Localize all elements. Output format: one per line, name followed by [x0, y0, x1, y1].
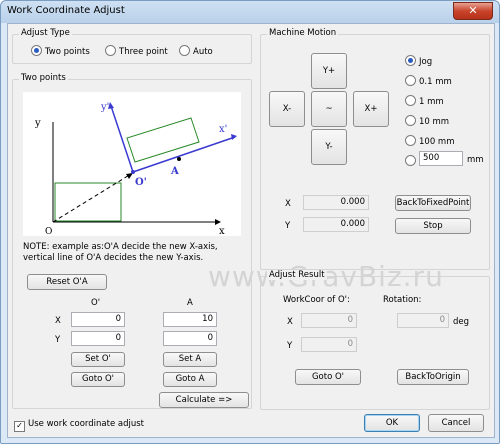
position-y-label: Y: [285, 221, 291, 231]
note-text: NOTE: example as:O'A decide the new X-ax…: [23, 242, 218, 263]
diagram-x-prime-label: x': [219, 124, 227, 135]
diagram-x-label: x: [219, 226, 225, 236]
ok-button[interactable]: OK: [364, 414, 420, 432]
radio-label: Jog: [419, 57, 433, 67]
position-y-value: 0.000: [303, 217, 369, 232]
set-oprime-button[interactable]: Set O': [71, 352, 125, 367]
a-y-input[interactable]: 0: [163, 331, 217, 346]
custom-step-input[interactable]: 500: [419, 151, 463, 166]
step-0-1mm-radio[interactable]: 0.1 mm: [405, 75, 452, 87]
result-y-value: 0: [301, 337, 357, 352]
custom-step-unit: mm: [467, 155, 484, 165]
diagram-y-label: y: [34, 118, 41, 129]
checkbox-label: Use work coordinate adjust: [28, 419, 145, 429]
rotation-unit: deg: [453, 317, 470, 327]
set-a-button[interactable]: Set A: [163, 352, 217, 367]
result-x-value: 0: [301, 313, 357, 328]
machine-motion-group: Machine Motion Y+ X- ~ X+ Y- Jog 0.1 mm …: [260, 28, 490, 270]
point-oprime-dot: [131, 170, 135, 174]
radio-label: 1 mm: [419, 97, 444, 107]
radio-unchecked-icon: [179, 45, 190, 56]
row-x-label: X: [55, 316, 61, 326]
radio-label: Three point: [119, 47, 168, 57]
workcoor-label: WorkCoor of O':: [283, 295, 350, 305]
reset-oa-button[interactable]: Reset O'A: [27, 274, 107, 290]
cancel-button[interactable]: Cancel: [428, 414, 484, 432]
checkbox-checked-icon: ✓: [14, 421, 25, 432]
step-jog-radio[interactable]: Jog: [405, 55, 432, 67]
coordinate-diagram: y x O y' x' O' A: [23, 92, 241, 236]
radio-two-points[interactable]: Two points: [31, 45, 90, 57]
home-button[interactable]: ~: [311, 91, 347, 127]
radio-unchecked-icon: [405, 115, 416, 126]
radio-label: 100 mm: [419, 137, 455, 147]
adjust-type-title: Adjust Type: [19, 28, 72, 38]
adjust-result-group: Adjust Result WorkCoor of O': Rotation: …: [260, 270, 490, 410]
y-minus-button[interactable]: Y-: [311, 129, 347, 165]
result-x-label: X: [287, 317, 293, 327]
step-1mm-radio[interactable]: 1 mm: [405, 95, 444, 107]
adjust-type-group: Adjust Type Two points Three point Auto: [12, 28, 252, 64]
position-x-label: X: [285, 199, 291, 209]
result-y-label: Y: [287, 341, 293, 351]
radio-label: Auto: [193, 47, 213, 57]
close-button[interactable]: ✕: [453, 2, 493, 20]
y-plus-button[interactable]: Y+: [311, 53, 347, 89]
two-points-group: Two points y x O y' x' O' A NOTE: exampl…: [12, 73, 252, 409]
radio-auto[interactable]: Auto: [179, 45, 213, 57]
rotation-value: 0: [397, 313, 449, 328]
title-bar[interactable]: Work Coordinate Adjust ✕: [1, 1, 499, 23]
diagram-y-prime-label: y': [100, 102, 109, 113]
rotation-label: Rotation:: [383, 295, 422, 305]
radio-label: 0.1 mm: [419, 77, 452, 87]
column-a-header: A: [187, 298, 193, 308]
radio-checked-icon: [31, 45, 42, 56]
radio-unchecked-icon: [405, 135, 416, 146]
point-a-dot: [177, 157, 181, 161]
radio-three-point[interactable]: Three point: [105, 45, 168, 57]
a-x-input[interactable]: 10: [163, 312, 217, 327]
back-to-fixed-point-button[interactable]: BackToFixedPoint: [395, 195, 471, 211]
dialog-client: www.GravBiz.ru Adjust Type Two points Th…: [7, 23, 495, 438]
machine-motion-title: Machine Motion: [267, 28, 339, 38]
goto-a-button[interactable]: Goto A: [163, 372, 217, 387]
diagram-background: [23, 92, 241, 236]
window-title: Work Coordinate Adjust: [7, 5, 125, 16]
position-x-value: 0.000: [303, 195, 369, 210]
result-goto-oprime-button[interactable]: Goto O': [295, 369, 361, 385]
column-oprime-header: O': [91, 298, 101, 308]
row-y-label: Y: [55, 335, 61, 345]
radio-label: 10 mm: [419, 117, 450, 127]
diagram-a-label: A: [170, 166, 179, 177]
radio-unchecked-icon: [405, 155, 416, 166]
stop-button[interactable]: Stop: [395, 218, 471, 234]
step-custom-radio[interactable]: [405, 155, 419, 167]
x-plus-button[interactable]: X+: [353, 91, 389, 127]
radio-unchecked-icon: [405, 95, 416, 106]
radio-unchecked-icon: [405, 75, 416, 86]
back-to-origin-button[interactable]: BackToOrigin: [397, 369, 469, 385]
step-10mm-radio[interactable]: 10 mm: [405, 115, 449, 127]
step-100mm-radio[interactable]: 100 mm: [405, 135, 455, 147]
oprime-x-input[interactable]: 0: [71, 312, 125, 327]
diagram-oprime-label: O': [135, 177, 147, 188]
radio-unchecked-icon: [105, 45, 116, 56]
radio-checked-icon: [405, 55, 416, 66]
goto-oprime-button[interactable]: Goto O': [71, 372, 125, 387]
calculate-button[interactable]: Calculate =>: [159, 392, 249, 408]
use-work-coordinate-checkbox[interactable]: ✓ Use work coordinate adjust: [14, 419, 144, 432]
x-minus-button[interactable]: X-: [269, 91, 305, 127]
two-points-title: Two points: [19, 73, 68, 83]
diagram-origin-label: O: [45, 227, 52, 236]
dialog-window: Work Coordinate Adjust ✕ www.GravBiz.ru …: [0, 0, 500, 444]
adjust-result-title: Adjust Result: [267, 270, 327, 280]
radio-label: Two points: [45, 47, 90, 57]
oprime-y-input[interactable]: 0: [71, 331, 125, 346]
